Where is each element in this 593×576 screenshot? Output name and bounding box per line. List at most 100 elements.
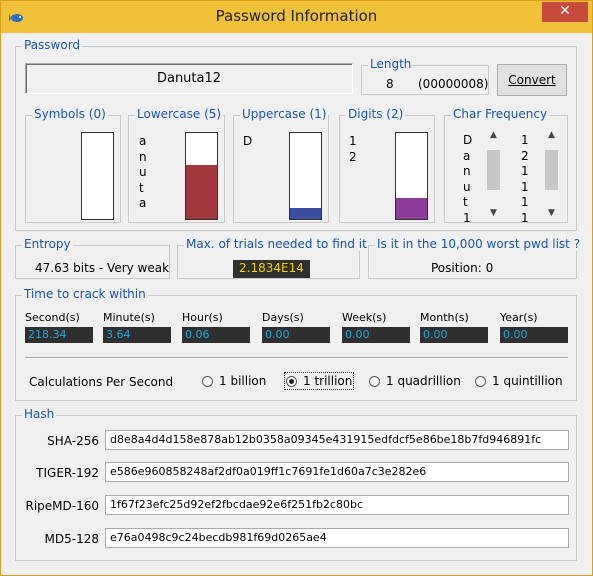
uppercase-label: Uppercase (1) (240, 107, 329, 121)
crack-column-label: Minute(s) (103, 311, 155, 324)
calc-speed-radio[interactable]: 1 trillion (283, 372, 355, 390)
crack-column-value: 0.00 (342, 327, 410, 343)
list-item: D (463, 133, 473, 147)
symbols-group: Symbols (0) (25, 107, 121, 223)
digits-bar-fill (396, 197, 427, 219)
password-information-window: Password Information ✕ Password Danuta12… (0, 0, 593, 576)
entropy-value: 47.63 bits - Very weak (35, 261, 170, 275)
radio-circle-icon[interactable] (475, 375, 486, 387)
close-button[interactable]: ✕ (542, 2, 588, 22)
list-item: 2 (349, 149, 357, 164)
uppercase-group: Uppercase (1) D (233, 107, 329, 223)
scroll-down-icon[interactable]: ▼ (485, 208, 502, 218)
digits-label: Digits (2) (346, 107, 406, 121)
crack-column-label: Second(s) (25, 311, 80, 324)
list-item: 1 (521, 210, 529, 225)
crack-column-value: 218.34 (25, 327, 93, 343)
list-item: 1 (521, 195, 529, 210)
scroll-up-icon[interactable]: ▲ (485, 130, 502, 140)
list-item: a (139, 196, 147, 211)
length-label: Length (368, 57, 414, 71)
list-item: D (243, 134, 253, 148)
hash-value-field[interactable]: e586e960858248af2df0a019ff1c7691fe1d60a7… (105, 462, 569, 482)
digits-char-list: 12 (349, 134, 357, 165)
radio-circle-icon[interactable] (369, 375, 380, 387)
list-item: 1 (521, 179, 529, 194)
digits-bar (395, 132, 428, 220)
crack-column-label: Days(s) (262, 311, 304, 324)
digits-group: Digits (2) 12 (339, 107, 435, 223)
crack-column-label: Month(s) (420, 311, 469, 324)
hash-label: Hash (22, 407, 57, 421)
worst-list-label: Is it in the 10,000 worst pwd list ? (375, 237, 583, 251)
calc-speed-radio[interactable]: 1 quintillion (475, 374, 563, 388)
hash-value-field[interactable]: e76a0498c9c24becdb981f69d0265ae4 (105, 528, 569, 548)
list-item: t (139, 180, 144, 195)
char-frequency-chars-scrollbar[interactable]: ▲ ▼ (485, 130, 502, 222)
list-item: 2 (521, 148, 529, 163)
calc-speed-radio-label: 1 trillion (303, 374, 353, 388)
list-item: n (463, 164, 471, 179)
window-title: Password Information (215, 7, 378, 25)
entropy-group: Entropy 47.63 bits - Very weak (15, 237, 170, 279)
char-frequency-group: Char Frequency Danut1 ▲ ▼ 121111 ▲ ▼ (444, 107, 568, 225)
radio-circle-icon[interactable] (286, 375, 297, 387)
scroll-thumb[interactable] (545, 150, 558, 190)
calc-per-second-label: Calculations Per Second (29, 375, 174, 389)
length-group: Length 8 (00000008) (361, 57, 489, 95)
worst-list-group: Is it in the 10,000 worst pwd list ? Pos… (368, 237, 583, 279)
uppercase-bar-fill (290, 208, 321, 219)
max-trials-label: Max. of trials needed to find it (184, 237, 369, 251)
title-bar: Password Information ✕ (1, 1, 592, 33)
crack-column-label: Hour(s) (182, 311, 223, 324)
lowercase-bar (185, 132, 218, 220)
list-item: 1 (349, 134, 357, 148)
lowercase-char-list: anuta (139, 134, 147, 212)
crack-column-value: 0.06 (182, 327, 250, 343)
char-frequency-counts: 121111 (521, 133, 529, 227)
list-item: u (463, 179, 471, 194)
radio-circle-icon[interactable] (202, 375, 213, 387)
list-item: 1 (521, 164, 529, 179)
lowercase-group: Lowercase (5) anuta (128, 107, 225, 223)
crack-column-value: 0.00 (500, 327, 568, 343)
worst-list-position: Position: 0 (431, 261, 494, 275)
lowercase-label: Lowercase (5) (135, 107, 224, 121)
char-frequency-counts-scrollbar[interactable]: ▲ ▼ (543, 130, 560, 222)
crack-column-value: 0.00 (420, 327, 488, 343)
password-group-label: Password (22, 38, 83, 52)
calc-speed-radio[interactable]: 1 billion (202, 374, 266, 388)
uppercase-char-list: D (243, 134, 252, 150)
char-frequency-label: Char Frequency (451, 107, 550, 121)
list-item: n (139, 149, 147, 164)
password-display: Danuta12 (25, 63, 353, 94)
max-trials-group: Max. of trials needed to find it 2.1834E… (177, 237, 369, 279)
max-trials-value: 2.1834E14 (233, 260, 310, 278)
hash-value-field[interactable]: 1f67f23efc25d92ef2fbcdae92e6f251fb2c80bc (105, 495, 569, 515)
lowercase-bar-fill (186, 165, 217, 219)
list-item: a (463, 148, 471, 163)
length-value: 8 (386, 77, 394, 91)
scroll-up-icon[interactable]: ▲ (543, 130, 560, 140)
crack-column-label: Week(s) (342, 311, 387, 324)
crack-time-label: Time to crack within (22, 287, 148, 301)
list-item: 1 (463, 210, 471, 225)
uppercase-bar (289, 132, 322, 220)
scroll-thumb[interactable] (487, 150, 500, 190)
symbols-bar (81, 132, 114, 220)
list-item: t (463, 195, 468, 210)
list-item: 1 (521, 133, 529, 147)
scroll-down-icon[interactable]: ▼ (543, 208, 560, 218)
hash-name-label: TIGER-192 (36, 466, 99, 480)
crack-column-value: 3.64 (103, 327, 171, 343)
crack-column-label: Year(s) (500, 311, 538, 324)
hash-value-field[interactable]: d8e8a4d4d158e878ab12b0358a09345e431915ed… (105, 430, 569, 450)
calc-speed-radio-label: 1 billion (219, 374, 267, 388)
convert-button[interactable]: Convert (497, 64, 567, 96)
symbols-label: Symbols (0) (32, 107, 108, 121)
hash-name-label: SHA-256 (47, 434, 99, 448)
crack-column-value: 0.00 (262, 327, 330, 343)
hash-name-label: MD5-128 (44, 532, 99, 546)
list-item: a (139, 134, 147, 148)
calc-speed-radio[interactable]: 1 quadrillion (369, 374, 461, 388)
